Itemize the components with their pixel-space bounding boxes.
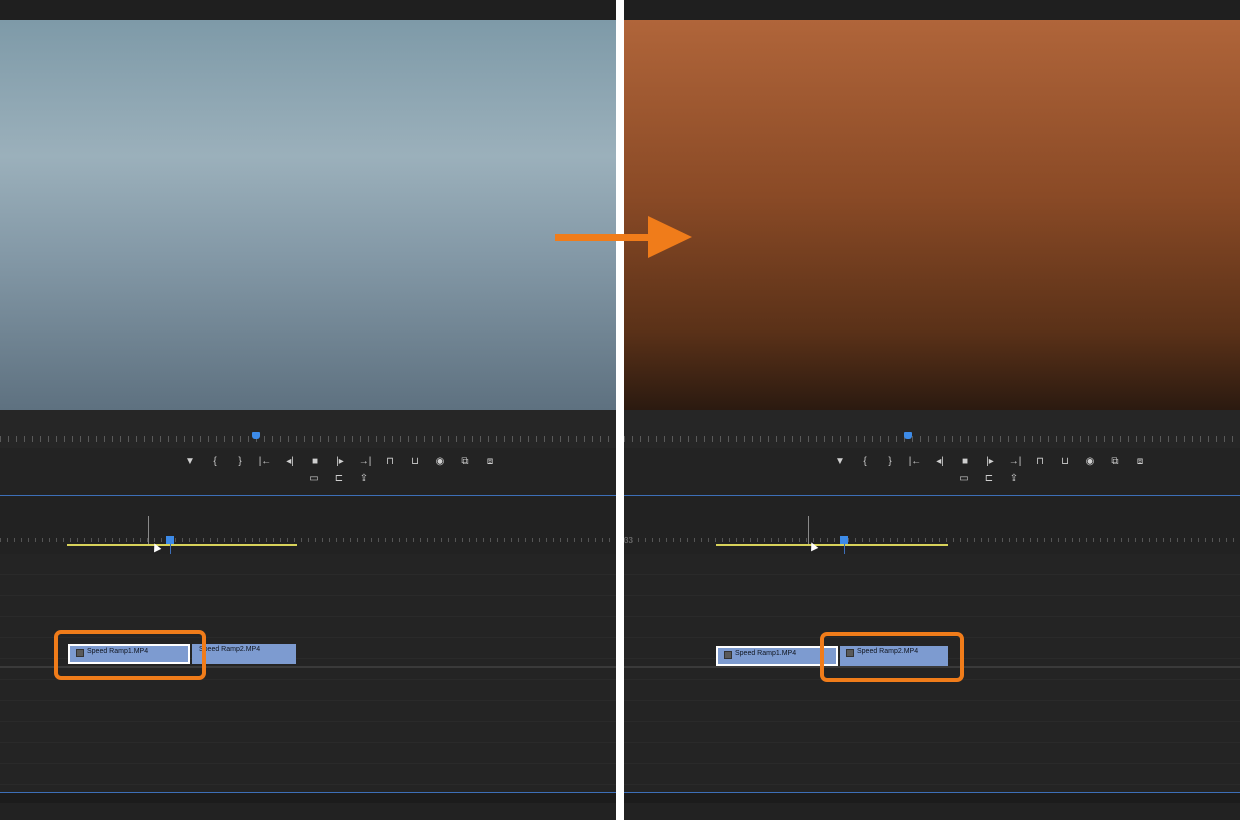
clip-label: Speed Ramp2.MP4 xyxy=(199,646,261,653)
timeline-panel: 33 Speed Ramp1.MP4 Speed Ramp2.MP4 xyxy=(624,496,1240,820)
insert-icon[interactable]: ⧉ xyxy=(457,456,473,468)
monitor-time-ruler[interactable] xyxy=(624,410,1240,449)
timeline-playhead-handle[interactable] xyxy=(166,536,174,544)
safe-margins-icon[interactable]: ▭ xyxy=(306,473,322,485)
lift-icon[interactable]: ⊓ xyxy=(1032,456,1048,468)
step-forward-icon[interactable]: |▸ xyxy=(982,456,998,468)
export-frame-icon[interactable]: ◉ xyxy=(1082,456,1098,468)
panel-top-bar xyxy=(0,0,616,20)
trim-icon[interactable]: ⊏ xyxy=(331,473,347,485)
ruler-ticks xyxy=(0,436,616,442)
arrow-icon xyxy=(555,234,651,241)
highlight-box xyxy=(820,632,964,682)
go-to-in-icon[interactable]: |← xyxy=(907,456,923,468)
program-monitor-preview xyxy=(624,20,1240,410)
step-back-icon[interactable]: ◂| xyxy=(932,456,948,468)
mark-in-icon[interactable]: { xyxy=(207,456,223,468)
stop-icon[interactable]: ■ xyxy=(957,456,973,468)
timeline-playhead-handle[interactable] xyxy=(840,536,848,544)
trim-icon[interactable]: ⊏ xyxy=(981,473,997,485)
panel-top-bar xyxy=(624,0,1240,20)
marker-icon[interactable]: ▼ xyxy=(832,456,848,468)
clip-speed-ramp2[interactable]: Speed Ramp2.MP4 xyxy=(192,644,296,664)
mark-in-icon[interactable]: { xyxy=(857,456,873,468)
transport-row-2: ▭ ⊏ ⇪ xyxy=(956,473,1022,485)
go-to-out-icon[interactable]: →| xyxy=(357,456,373,468)
transport-row-1: ▼ {} |← ◂| ■ |▸ →| ⊓ ⊔ ◉ ⧉ ⧈ xyxy=(182,456,498,468)
highlight-box xyxy=(54,630,206,680)
export-icon[interactable]: ⇪ xyxy=(356,473,372,485)
insert-icon[interactable]: ⧉ xyxy=(1107,456,1123,468)
timeline-scrollbar[interactable] xyxy=(0,792,616,803)
arrow-head-icon xyxy=(648,216,692,258)
transport-row-1: ▼ {} |← ◂| ■ |▸ →| ⊓ ⊔ ◉ ⧉ ⧈ xyxy=(832,456,1148,468)
extract-icon[interactable]: ⊔ xyxy=(1057,456,1073,468)
clip-label: Speed Ramp1.MP4 xyxy=(735,650,797,657)
monitor-time-ruler[interactable] xyxy=(0,410,616,449)
marker-icon[interactable]: ▼ xyxy=(182,456,198,468)
overwrite-icon[interactable]: ⧈ xyxy=(1132,456,1148,468)
mark-out-icon[interactable]: } xyxy=(882,456,898,468)
timeline-panel: Speed Ramp1.MP4 Speed Ramp2.MP4 xyxy=(0,496,616,820)
overwrite-icon[interactable]: ⧈ xyxy=(482,456,498,468)
mark-out-icon[interactable]: } xyxy=(232,456,248,468)
step-back-icon[interactable]: ◂| xyxy=(282,456,298,468)
go-to-in-icon[interactable]: |← xyxy=(257,456,273,468)
transport-controls: ▼ {} |← ◂| ■ |▸ →| ⊓ ⊔ ◉ ⧉ ⧈ ▭ ⊏ ⇪ xyxy=(0,448,616,496)
safe-margins-icon[interactable]: ▭ xyxy=(956,473,972,485)
work-area-bar[interactable] xyxy=(67,544,297,546)
stop-icon[interactable]: ■ xyxy=(307,456,323,468)
extract-icon[interactable]: ⊔ xyxy=(407,456,423,468)
export-frame-icon[interactable]: ◉ xyxy=(432,456,448,468)
work-area-bar[interactable] xyxy=(716,544,948,546)
fx-badge-icon xyxy=(724,651,732,659)
go-to-out-icon[interactable]: →| xyxy=(1007,456,1023,468)
lift-icon[interactable]: ⊓ xyxy=(382,456,398,468)
ruler-ticks xyxy=(624,436,1240,442)
step-forward-icon[interactable]: |▸ xyxy=(332,456,348,468)
transport-row-2: ▭ ⊏ ⇪ xyxy=(306,473,372,485)
after-panel: ▼ {} |← ◂| ■ |▸ →| ⊓ ⊔ ◉ ⧉ ⧈ ▭ ⊏ ⇪ 33 Speed Ramp1.MP4… xyxy=(624,0,1240,820)
program-monitor-preview xyxy=(0,20,616,410)
timeline-scrollbar[interactable] xyxy=(624,792,1240,803)
monitor-playhead[interactable] xyxy=(904,432,912,439)
before-panel: ▼ {} |← ◂| ■ |▸ →| ⊓ ⊔ ◉ ⧉ ⧈ ▭ ⊏ ⇪ Speed Ramp1.MP4 Sp… xyxy=(0,0,616,820)
monitor-playhead[interactable] xyxy=(252,432,260,439)
export-icon[interactable]: ⇪ xyxy=(1006,473,1022,485)
transport-controls: ▼ {} |← ◂| ■ |▸ →| ⊓ ⊔ ◉ ⧉ ⧈ ▭ ⊏ ⇪ xyxy=(624,448,1240,496)
